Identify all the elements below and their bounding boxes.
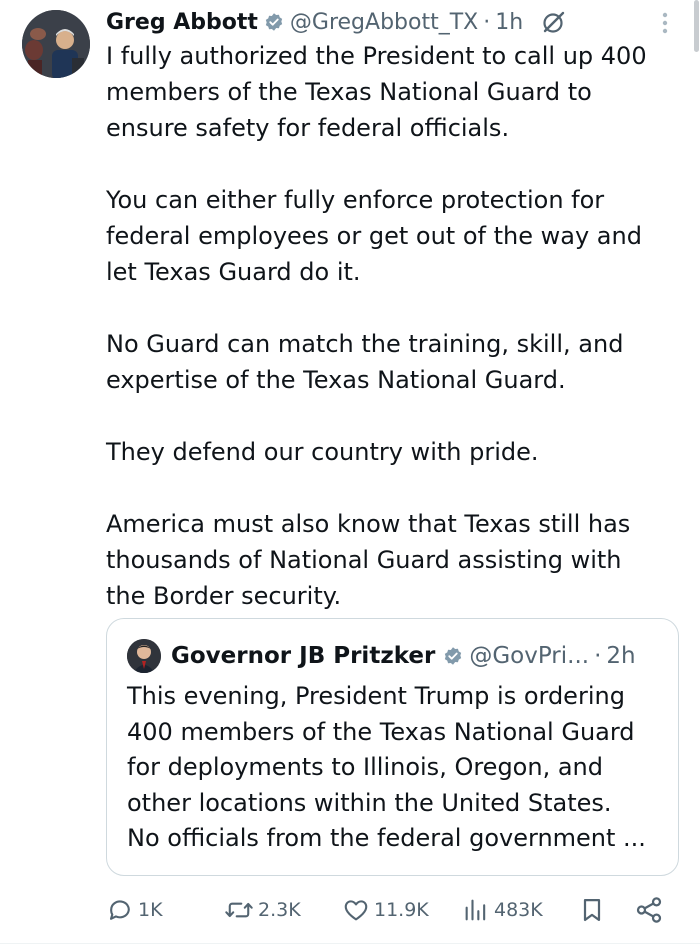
author-name[interactable]: Greg Abbott	[106, 10, 258, 35]
author-handle[interactable]: @GregAbbott_TX	[290, 10, 478, 35]
views-chart-icon	[465, 899, 486, 921]
tweet-line: members of the Texas National Guard to	[106, 78, 592, 106]
quoted-line: No officials from the federal government…	[127, 824, 646, 852]
reply-button[interactable]: 1K	[106, 892, 163, 928]
quoted-tweet-header: Governor JB Pritzker @GovPri... · 2h	[171, 639, 664, 673]
repost-count: 2.3K	[258, 899, 301, 921]
tweet-timestamp[interactable]: 1h	[495, 10, 523, 35]
tweet-line: ensure safety for federal officials.	[106, 114, 510, 142]
tweet-line: No Guard can match the training, skill, …	[106, 330, 624, 358]
tweet-line: the Border security.	[106, 582, 342, 610]
quoted-line: 400 members of the Texas National Guard	[127, 717, 635, 746]
tweet-line: federal employees or get out of the way …	[106, 222, 642, 250]
quoted-author-name: Governor JB Pritzker	[171, 643, 436, 669]
action-bar: 1K 2.3K 11.9K 483K	[106, 892, 668, 928]
verified-badge-icon	[265, 13, 283, 31]
tweet-line: You can either fully enforce protection …	[106, 186, 605, 214]
quoted-tweet-card[interactable]: Governor JB Pritzker @GovPri... · 2h Thi…	[106, 618, 679, 876]
heart-icon	[344, 900, 368, 921]
verified-badge-icon	[445, 647, 462, 665]
grok-icon[interactable]	[541, 9, 567, 35]
like-count: 11.9K	[374, 899, 429, 921]
tweet-header: Greg Abbott @GregAbbott_TX · 1h	[106, 6, 670, 38]
reply-icon	[109, 900, 130, 920]
like-button[interactable]: 11.9K	[342, 892, 429, 928]
tweet-line: let Texas Guard do it.	[106, 258, 361, 286]
quoted-tweet-timestamp: 2h	[606, 643, 636, 669]
view-count: 483K	[494, 899, 543, 921]
quoted-author-avatar[interactable]	[127, 639, 161, 673]
tweet-line: thousands of National Guard assisting wi…	[106, 546, 622, 574]
tweet-line: I fully authorized the President to call…	[106, 42, 647, 70]
bookmark-button[interactable]	[578, 892, 606, 928]
share-icon	[636, 897, 662, 923]
tweet[interactable]: Greg Abbott @GregAbbott_TX · 1h I fully …	[0, 0, 700, 948]
views-button[interactable]: 483K	[462, 892, 543, 928]
divider	[0, 943, 700, 944]
quoted-author-handle: @GovPri...	[469, 643, 590, 669]
quoted-tweet-text: This evening, President Trump is orderin…	[127, 679, 672, 857]
quoted-line: for deployments to Illinois, Oregon, and	[127, 753, 603, 781]
quoted-line: other locations within the United States…	[127, 788, 612, 817]
bookmark-icon	[583, 898, 601, 922]
more-options-icon[interactable]	[662, 12, 668, 34]
tweet-line: America must also know that Texas still …	[106, 510, 631, 538]
separator-dot: ·	[483, 9, 491, 35]
reply-count: 1K	[138, 899, 163, 921]
tweet-line: expertise of the Texas National Guard.	[106, 366, 566, 394]
scrollbar[interactable]	[694, 0, 699, 52]
repost-icon	[225, 902, 253, 918]
share-button[interactable]	[634, 892, 664, 928]
repost-button[interactable]: 2.3K	[224, 892, 301, 928]
author-avatar[interactable]	[22, 10, 90, 78]
quoted-line: This evening, President Trump is orderin…	[127, 682, 625, 710]
tweet-text: I fully authorized the President to call…	[106, 38, 681, 614]
separator-dot: ·	[594, 643, 602, 669]
tweet-line: They defend our country with pride.	[106, 438, 539, 466]
